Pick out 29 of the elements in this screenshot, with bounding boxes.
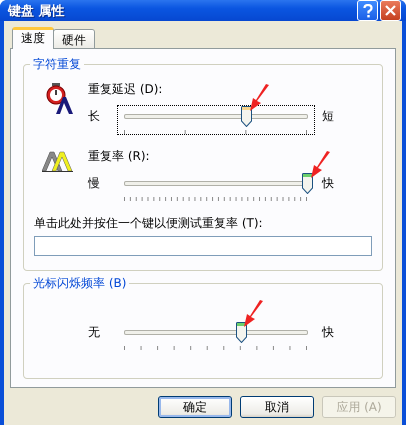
slider-thumb[interactable] — [302, 173, 313, 194]
setting-label: 重复延迟 (D): — [88, 81, 162, 98]
annotation-arrow-icon — [243, 300, 266, 328]
annotation-arrow-icon — [310, 151, 332, 179]
dialog-button[interactable]: 确定 — [158, 396, 232, 418]
triangles-icon — [42, 150, 74, 172]
help-button[interactable] — [357, 0, 378, 21]
max-label: 快 — [320, 175, 335, 192]
close-button[interactable] — [380, 0, 401, 21]
min-label: 长 — [88, 108, 101, 125]
slider-thumb[interactable] — [236, 322, 247, 343]
min-label: 无 — [88, 324, 101, 341]
close-icon — [385, 5, 396, 16]
tab[interactable]: 速度 — [12, 27, 54, 49]
tab[interactable]: 硬件 — [53, 29, 95, 48]
annotation-arrow-icon — [248, 84, 271, 112]
slider[interactable] — [118, 106, 314, 134]
dialog-button[interactable]: 取消 — [240, 396, 314, 418]
test-field-label: 单击此处并按住一个键以便测试重复率 (T): — [34, 215, 264, 232]
test-field[interactable] — [34, 236, 372, 256]
setting-label: 重复率 (R): — [88, 148, 150, 165]
group-title: 字符重复 — [30, 56, 84, 73]
slider-thumb[interactable] — [241, 106, 252, 127]
group-title: 光标闪烁频率 (B) — [30, 275, 130, 292]
window-title: 键盘 属性 — [8, 2, 66, 20]
min-label: 慢 — [88, 175, 101, 192]
max-label: 短 — [321, 108, 335, 125]
help-icon — [362, 4, 372, 18]
max-label: 快 — [320, 324, 335, 341]
